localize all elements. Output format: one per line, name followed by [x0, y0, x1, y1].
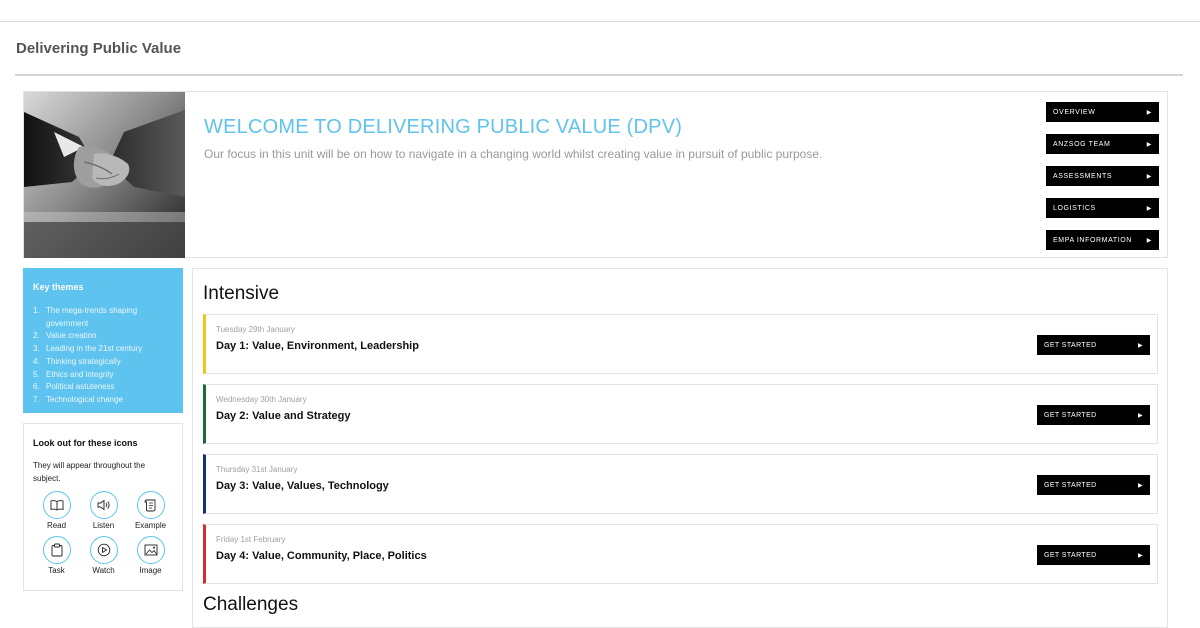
anzsog-team-button[interactable]: ANZSOG TEAM ▶ — [1046, 134, 1159, 154]
day-date: Thursday 31st January — [216, 465, 298, 474]
legend-label: Listen — [92, 521, 115, 530]
play-circle-icon — [89, 536, 118, 564]
image-icon — [136, 536, 165, 564]
list-number: 3. — [33, 344, 40, 354]
overview-button[interactable]: OVERVIEW ▶ — [1046, 102, 1159, 122]
legend-item-watch: Watch — [80, 536, 127, 575]
legend-label: Image — [139, 566, 162, 575]
icon-legend-grid: Read Listen Example Task Watch Image — [33, 491, 173, 575]
legend-item-listen: Listen — [80, 491, 127, 530]
get-started-label: GET STARTED — [1044, 341, 1097, 349]
list-item: 2. Value creation — [33, 330, 173, 343]
list-number: 7. — [33, 394, 40, 404]
play-arrow-icon: ▶ — [1137, 552, 1143, 559]
challenges-heading: Challenges — [203, 594, 299, 615]
list-item: 7. Technological change — [33, 394, 173, 407]
page-title: Delivering Public Value — [16, 40, 182, 57]
legend-label: Task — [48, 566, 65, 575]
get-started-button[interactable]: GET STARTED ▶ — [1037, 335, 1150, 355]
list-text: Leading in the 21st century — [46, 344, 143, 354]
get-started-label: GET STARTED — [1044, 551, 1097, 559]
play-arrow-icon: ▶ — [1146, 237, 1152, 244]
play-arrow-icon: ▶ — [1137, 342, 1143, 349]
list-text: Thinking strategically — [46, 356, 121, 366]
day-date: Friday 1st February — [216, 535, 286, 544]
legend-item-example: Example — [127, 491, 174, 530]
list-text: Political astuteness — [46, 382, 115, 392]
get-started-button[interactable]: GET STARTED ▶ — [1037, 545, 1150, 565]
legend-item-image: Image — [127, 536, 174, 575]
get-started-button[interactable]: GET STARTED ▶ — [1037, 405, 1150, 425]
legend-item-read: Read — [33, 491, 80, 530]
play-arrow-icon: ▶ — [1146, 109, 1152, 116]
play-arrow-icon: ▶ — [1137, 412, 1143, 419]
get-started-button[interactable]: GET STARTED ▶ — [1037, 475, 1150, 495]
nav-button-label: EMPA INFORMATION — [1053, 236, 1132, 244]
book-icon — [42, 491, 71, 519]
nav-button-label: ASSESSMENTS — [1053, 172, 1113, 180]
logistics-button[interactable]: LOGISTICS ▶ — [1046, 198, 1159, 218]
welcome-banner: WELCOME TO DELIVERING PUBLIC VALUE (DPV)… — [23, 91, 1168, 258]
list-item: 6. Political astuteness — [33, 381, 173, 394]
list-item: 3. Leading in the 21st century — [33, 343, 173, 356]
list-item: 4. Thinking strategically — [33, 356, 173, 369]
top-bar — [0, 0, 1200, 22]
scroll-icon — [136, 491, 165, 519]
nav-button-label: OVERVIEW — [1053, 108, 1096, 116]
list-number: 4. — [33, 356, 40, 366]
empa-information-button[interactable]: EMPA INFORMATION ▶ — [1046, 230, 1159, 250]
list-text: The mega-trends shaping government — [46, 306, 138, 328]
get-started-label: GET STARTED — [1044, 481, 1097, 489]
key-themes-list: 1. The mega-trends shaping government 2. V… — [33, 305, 173, 407]
list-number: 2. — [33, 331, 40, 341]
assessments-button[interactable]: ASSESSMENTS ▶ — [1046, 166, 1159, 186]
nav-button-label: LOGISTICS — [1053, 204, 1096, 212]
title-divider — [15, 74, 1183, 76]
play-arrow-icon: ▶ — [1137, 482, 1143, 489]
day-date: Wednesday 30th January — [216, 395, 307, 404]
welcome-title: WELCOME TO DELIVERING PUBLIC VALUE (DPV) — [204, 116, 683, 138]
key-themes-title: Key themes — [33, 282, 84, 292]
legend-label: Example — [134, 521, 167, 530]
list-text: Technological change — [46, 394, 123, 404]
icon-legend-panel: Look out for these icons They will appea… — [23, 423, 183, 591]
day-card-1: Tuesday 29th January Day 1: Value, Envir… — [203, 314, 1158, 374]
day-title: Day 1: Value, Environment, Leadership — [216, 340, 419, 352]
get-started-label: GET STARTED — [1044, 411, 1097, 419]
hero-navigation: OVERVIEW ▶ ANZSOG TEAM ▶ ASSESSMENTS ▶ L… — [1046, 102, 1159, 262]
clipboard-icon — [42, 536, 71, 564]
day-card-4: Friday 1st February Day 4: Value, Commun… — [203, 524, 1158, 584]
list-number: 5. — [33, 369, 40, 379]
schedule-panel: Intensive Tuesday 29th January Day 1: Va… — [192, 268, 1168, 628]
legend-label: Read — [46, 521, 67, 530]
intensive-heading: Intensive — [203, 283, 280, 304]
list-text: Value creation — [46, 331, 97, 341]
list-text: Ethics and integrity — [46, 369, 114, 379]
play-arrow-icon: ▶ — [1146, 205, 1152, 212]
day-card-3: Thursday 31st January Day 3: Value, Valu… — [203, 454, 1158, 514]
speaker-icon — [89, 491, 118, 519]
nav-button-label: ANZSOG TEAM — [1053, 140, 1111, 148]
list-item: 1. The mega-trends shaping government — [33, 305, 173, 330]
day-title: Day 4: Value, Community, Place, Politics — [216, 550, 427, 562]
key-themes-panel: Key themes 1. The mega-trends shaping gov… — [23, 268, 183, 413]
play-arrow-icon: ▶ — [1146, 173, 1152, 180]
day-date: Tuesday 29th January — [216, 325, 295, 334]
play-arrow-icon: ▶ — [1146, 141, 1152, 148]
list-number: 6. — [33, 382, 40, 392]
day-card-2: Wednesday 30th January Day 2: Value and … — [203, 384, 1158, 444]
legend-label: Watch — [92, 566, 115, 575]
welcome-subtitle: Our focus in this unit will be on how to… — [204, 147, 823, 161]
icon-legend-description: They will appear throughout the subject. — [33, 461, 146, 483]
list-item: 5. Ethics and integrity — [33, 369, 173, 382]
icon-legend-title: Look out for these icons — [33, 438, 138, 448]
day-title: Day 2: Value and Strategy — [216, 410, 351, 422]
list-number: 1. — [33, 306, 40, 315]
legend-item-task: Task — [33, 536, 80, 575]
day-title: Day 3: Value, Values, Technology — [216, 480, 389, 492]
handshake-image — [24, 92, 185, 258]
